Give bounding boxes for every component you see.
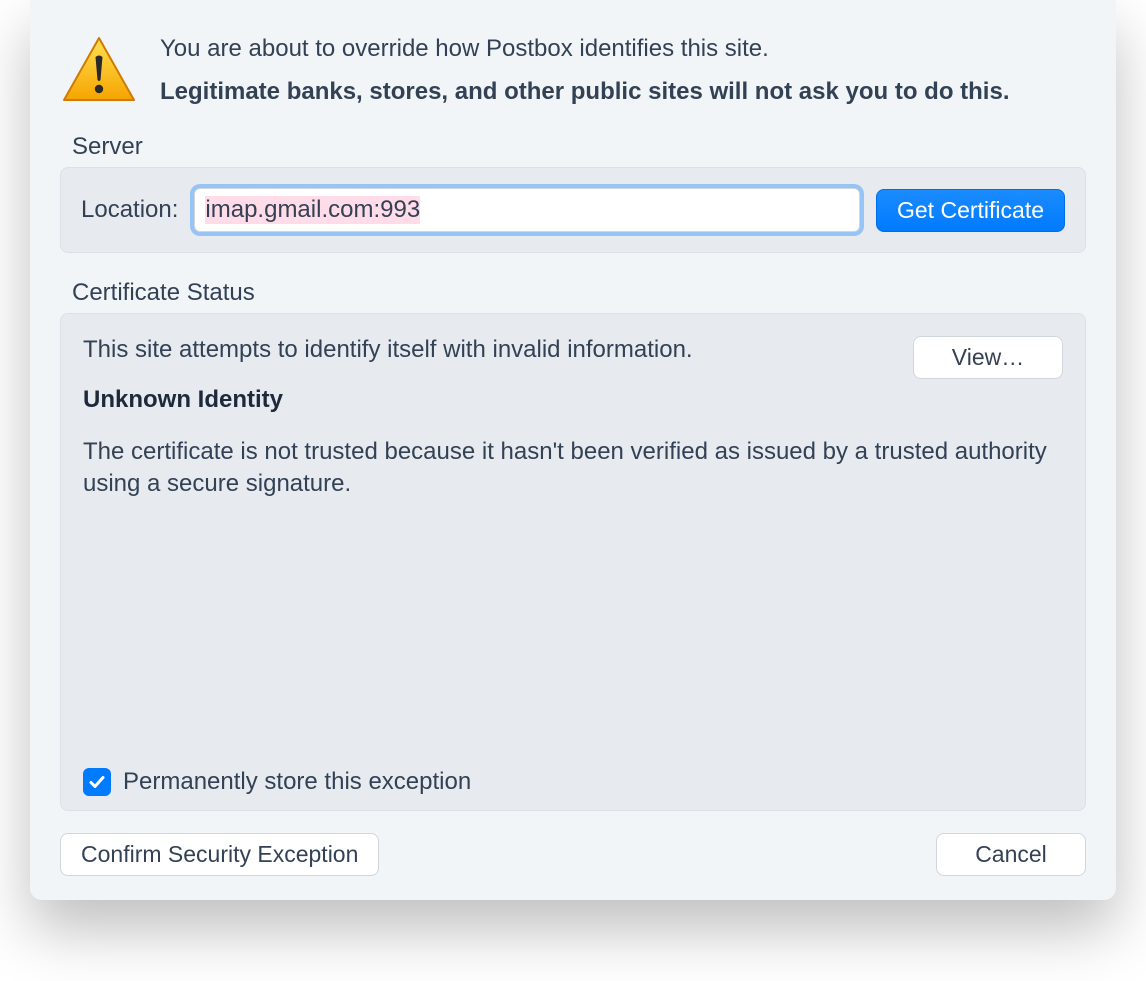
certificate-status-group-box: View… This site attempts to identify its…: [60, 313, 1086, 811]
header-line-2: Legitimate banks, stores, and other publ…: [160, 73, 1009, 110]
location-input[interactable]: [194, 188, 860, 232]
warning-icon: [60, 30, 138, 111]
dialog-footer: Confirm Security Exception Cancel: [60, 833, 1086, 876]
dialog-header: You are about to override how Postbox id…: [60, 30, 1086, 111]
permanent-store-label: Permanently store this exception: [123, 768, 471, 796]
cancel-button[interactable]: Cancel: [936, 833, 1086, 876]
permanent-store-row: Permanently store this exception: [83, 768, 471, 796]
certificate-status-description: The certificate is not trusted because i…: [83, 436, 1063, 501]
server-group-box: Location: Get Certificate: [60, 167, 1086, 253]
security-exception-dialog: You are about to override how Postbox id…: [30, 0, 1116, 900]
location-label: Location:: [81, 196, 178, 224]
certificate-status-group-label: Certificate Status: [72, 279, 1086, 307]
header-line-1: You are about to override how Postbox id…: [160, 30, 1009, 67]
check-icon: [88, 773, 106, 791]
permanent-store-checkbox[interactable]: [83, 768, 111, 796]
server-group-label: Server: [72, 133, 1086, 161]
confirm-security-exception-button[interactable]: Confirm Security Exception: [60, 833, 379, 876]
view-certificate-button[interactable]: View…: [913, 336, 1063, 379]
header-text: You are about to override how Postbox id…: [160, 30, 1009, 110]
certificate-identity-title: Unknown Identity: [83, 386, 1063, 414]
get-certificate-button[interactable]: Get Certificate: [876, 189, 1065, 232]
